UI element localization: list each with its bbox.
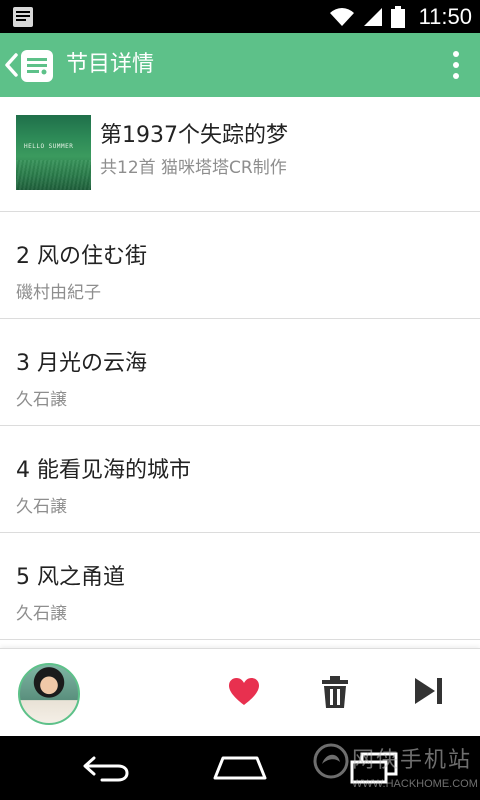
track-title: 4 能看见海的城市 xyxy=(16,458,191,483)
notification-icon xyxy=(13,7,33,27)
back-chevron-icon xyxy=(5,53,18,77)
watermark-url: WWW.HACKHOME.COM xyxy=(352,778,478,790)
skip-next-icon[interactable] xyxy=(414,677,444,705)
track-row[interactable]: 5 风之甬道 久石譲 xyxy=(0,533,480,640)
battery-icon xyxy=(390,5,405,28)
album-cover-text: HELLO SUMMER xyxy=(24,143,74,150)
back-button[interactable] xyxy=(0,33,62,97)
track-row[interactable]: 3 月光の云海 久石譲 xyxy=(0,319,480,426)
page-title: 节目详情 xyxy=(66,52,155,77)
trash-icon[interactable] xyxy=(321,675,349,709)
track-row[interactable]: 2 风の住む街 磯村由紀子 xyxy=(0,212,480,319)
avatar[interactable] xyxy=(18,663,80,725)
track-title: 3 月光の云海 xyxy=(16,351,147,376)
track-title: 5 风之甬道 xyxy=(16,565,125,590)
album-cover: HELLO SUMMER xyxy=(16,115,91,190)
nav-back-icon[interactable] xyxy=(82,754,130,782)
album-header: HELLO SUMMER 第1937个失踪的梦 共12首 猫咪塔塔CR制作 xyxy=(0,97,480,212)
wifi-icon xyxy=(329,7,354,26)
album-title: 第1937个失踪的梦 xyxy=(100,123,288,148)
signal-icon xyxy=(363,7,382,26)
nav-home-icon[interactable] xyxy=(213,756,267,780)
track-row[interactable]: 4 能看见海的城市 久石譲 xyxy=(0,426,480,533)
watermark-logo-icon xyxy=(313,743,349,779)
heart-icon[interactable] xyxy=(228,677,260,707)
app-bar: 节目详情 xyxy=(0,33,480,97)
watermark-text: 网侠手机站 xyxy=(352,748,473,773)
track-artist: 磯村由紀子 xyxy=(16,283,101,303)
track-artist: 久石譲 xyxy=(16,497,67,517)
track-artist: 久石譲 xyxy=(16,604,67,624)
track-title: 2 风の住む街 xyxy=(16,244,147,269)
track-artist: 久石譲 xyxy=(16,390,67,410)
radio-app-icon xyxy=(21,50,53,82)
watermark: 网侠手机站 WWW.HACKHOME.COM xyxy=(312,738,478,798)
track-list: 2 风の住む街 磯村由紀子 3 月光の云海 久石譲 4 能看见海的城市 久石譲 … xyxy=(0,212,480,640)
status-time: 11:50 xyxy=(418,3,472,29)
player-bar xyxy=(0,648,480,737)
status-bar: 11:50 xyxy=(0,0,480,33)
overflow-menu-icon[interactable] xyxy=(450,47,462,83)
album-subtitle: 共12首 猫咪塔塔CR制作 xyxy=(100,158,287,178)
